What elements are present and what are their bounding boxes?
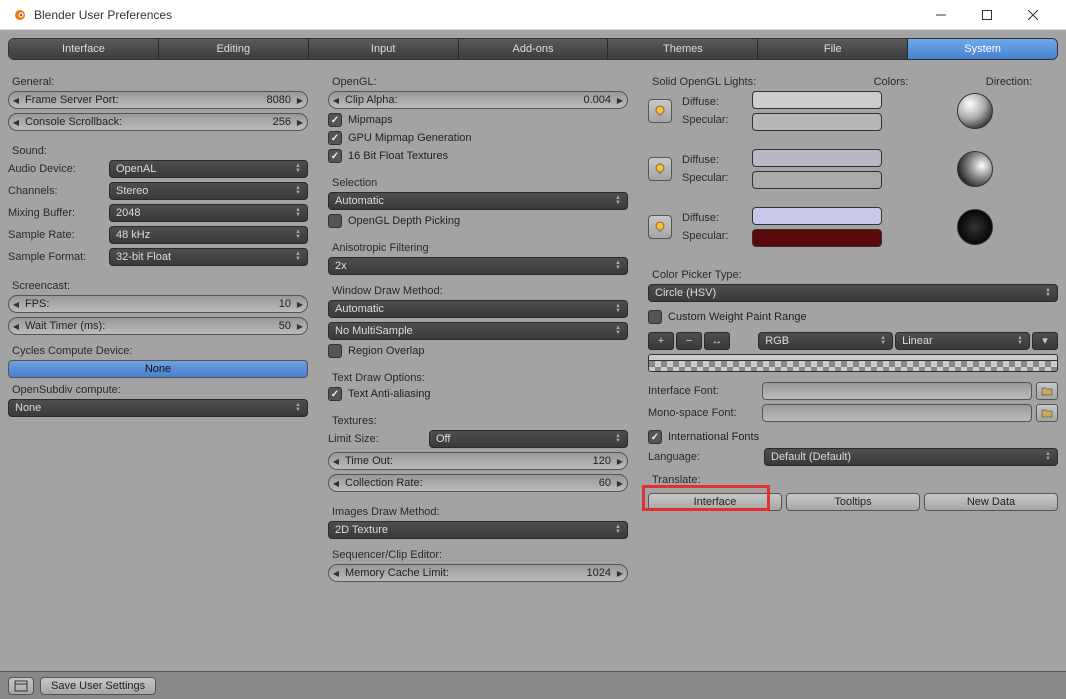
tab-bar: Interface Editing Input Add-ons Themes F… [8,38,1058,60]
wait-timer-field[interactable]: ◀Wait Timer (ms): 50▶ [8,317,308,335]
maximize-button[interactable] [964,0,1010,30]
aniso-dropdown[interactable]: 2x▲▼ [328,257,628,275]
translate-interface-button[interactable]: Interface [648,493,782,511]
multisample-dropdown[interactable]: No MultiSample▲▼ [328,322,628,340]
limit-size-dropdown[interactable]: Off▲▼ [429,430,628,448]
settings-icon-button[interactable] [8,677,34,695]
color-picker-header: Color Picker Type: [652,269,1058,281]
selection-header: Selection [332,177,628,189]
sequencer-header: Sequencer/Clip Editor: [332,549,628,561]
direction-sphere-2[interactable] [957,209,993,245]
text-aa-checkbox[interactable]: Text Anti-aliasing [328,387,628,401]
diffuse-color-0[interactable] [752,91,882,109]
lightbulb-icon [653,220,667,234]
compute-header: Cycles Compute Device: [12,345,308,357]
close-button[interactable] [1010,0,1056,30]
save-user-settings-button[interactable]: Save User Settings [40,677,156,695]
images-draw-dropdown[interactable]: 2D Texture▲▼ [328,521,628,539]
tab-editing[interactable]: Editing [159,39,309,59]
selection-mode-dropdown[interactable]: Automatic▲▼ [328,192,628,210]
tab-input[interactable]: Input [309,39,459,59]
remove-color-button[interactable]: − [676,332,702,350]
console-scrollback-field[interactable]: ◀Console Scrollback: 256▶ [8,113,308,131]
direction-sphere-1[interactable] [957,151,993,187]
memory-cache-field[interactable]: ◀Memory Cache Limit: 1024▶ [328,564,628,582]
translate-newdata-button[interactable]: New Data [924,493,1058,511]
texture-timeout-field[interactable]: ◀Time Out: 120▶ [328,452,628,470]
mono-font-input[interactable] [762,404,1032,422]
translate-header: Translate: [652,474,1058,486]
images-draw-header: Images Draw Method: [332,506,628,518]
ramp-menu-button[interactable]: ▾ [1032,332,1058,350]
linear-dropdown[interactable]: Linear▲▼ [895,332,1030,350]
light-toggle-2[interactable] [648,215,672,239]
opensubdiv-dropdown[interactable]: None▲▼ [8,399,308,417]
screencast-header: Screencast: [12,280,308,292]
channels-dropdown[interactable]: Stereo▲▼ [109,182,308,200]
light-toggle-0[interactable] [648,99,672,123]
folder-icon [1041,407,1053,419]
audio-device-dropdown[interactable]: OpenAL▲▼ [109,160,308,178]
mono-font-browse-button[interactable] [1036,404,1058,422]
solid-lights-header: Solid OpenGL Lights: [652,76,822,88]
window-title: Blender User Preferences [34,8,918,22]
float-textures-checkbox[interactable]: 16 Bit Float Textures [328,149,628,163]
frame-server-port-field[interactable]: ◀Frame Server Port: 8080▶ [8,91,308,109]
direction-sphere-0[interactable] [957,93,993,129]
compute-device-button[interactable]: None [8,360,308,378]
tab-system[interactable]: System [908,39,1057,59]
interface-font-input[interactable] [762,382,1032,400]
sample-rate-dropdown[interactable]: 48 kHz▲▼ [109,226,308,244]
mipmaps-checkbox[interactable]: Mipmaps [328,113,628,127]
color-ramp[interactable] [648,360,1058,372]
specular-color-2[interactable] [752,229,882,247]
tab-addons[interactable]: Add-ons [459,39,609,59]
diffuse-color-1[interactable] [752,149,882,167]
sample-format-dropdown[interactable]: 32-bit Float▲▼ [109,248,308,266]
textures-header: Textures: [332,415,628,427]
window-draw-method-dropdown[interactable]: Automatic▲▼ [328,300,628,318]
direction-label: Direction: [960,76,1058,88]
blender-logo-icon [10,7,26,23]
language-dropdown[interactable]: Default (Default)▲▼ [764,448,1058,466]
opengl-header: OpenGL: [332,76,628,88]
window-icon [14,679,28,693]
international-fonts-checkbox[interactable]: International Fonts [648,430,1058,444]
mixing-buffer-dropdown[interactable]: 2048▲▼ [109,204,308,222]
gpu-mipmap-checkbox[interactable]: GPU Mipmap Generation [328,131,628,145]
fps-field[interactable]: ◀FPS: 10▶ [8,295,308,313]
weight-paint-checkbox[interactable]: Custom Weight Paint Range [648,310,1058,324]
text-draw-header: Text Draw Options: [332,372,628,384]
diffuse-color-2[interactable] [752,207,882,225]
translate-tooltips-button[interactable]: Tooltips [786,493,920,511]
lightbulb-icon [653,162,667,176]
opensubdiv-header: OpenSubdiv compute: [12,384,308,396]
specular-color-0[interactable] [752,113,882,131]
collection-rate-field[interactable]: ◀Collection Rate: 60▶ [328,474,628,492]
sound-header: Sound: [12,145,308,157]
clip-alpha-field[interactable]: ◀Clip Alpha: 0.004▶ [328,91,628,109]
window-draw-header: Window Draw Method: [332,285,628,297]
color-picker-dropdown[interactable]: Circle (HSV)▲▼ [648,284,1058,302]
tab-file[interactable]: File [758,39,908,59]
minimize-button[interactable] [918,0,964,30]
rgb-dropdown[interactable]: RGB▲▼ [758,332,893,350]
interface-font-browse-button[interactable] [1036,382,1058,400]
region-overlap-checkbox[interactable]: Region Overlap [328,344,628,358]
titlebar: Blender User Preferences [0,0,1066,30]
general-header: General: [12,76,308,88]
depth-picking-checkbox[interactable]: OpenGL Depth Picking [328,214,628,228]
add-color-button[interactable]: + [648,332,674,350]
lightbulb-icon [653,104,667,118]
tab-themes[interactable]: Themes [608,39,758,59]
flip-color-button[interactable]: ↔ [704,332,730,350]
colors-label: Colors: [826,76,956,88]
aniso-header: Anisotropic Filtering [332,242,628,254]
light-toggle-1[interactable] [648,157,672,181]
tab-interface[interactable]: Interface [9,39,159,59]
footer-bar: Save User Settings [0,671,1066,699]
folder-icon [1041,385,1053,397]
specular-color-1[interactable] [752,171,882,189]
